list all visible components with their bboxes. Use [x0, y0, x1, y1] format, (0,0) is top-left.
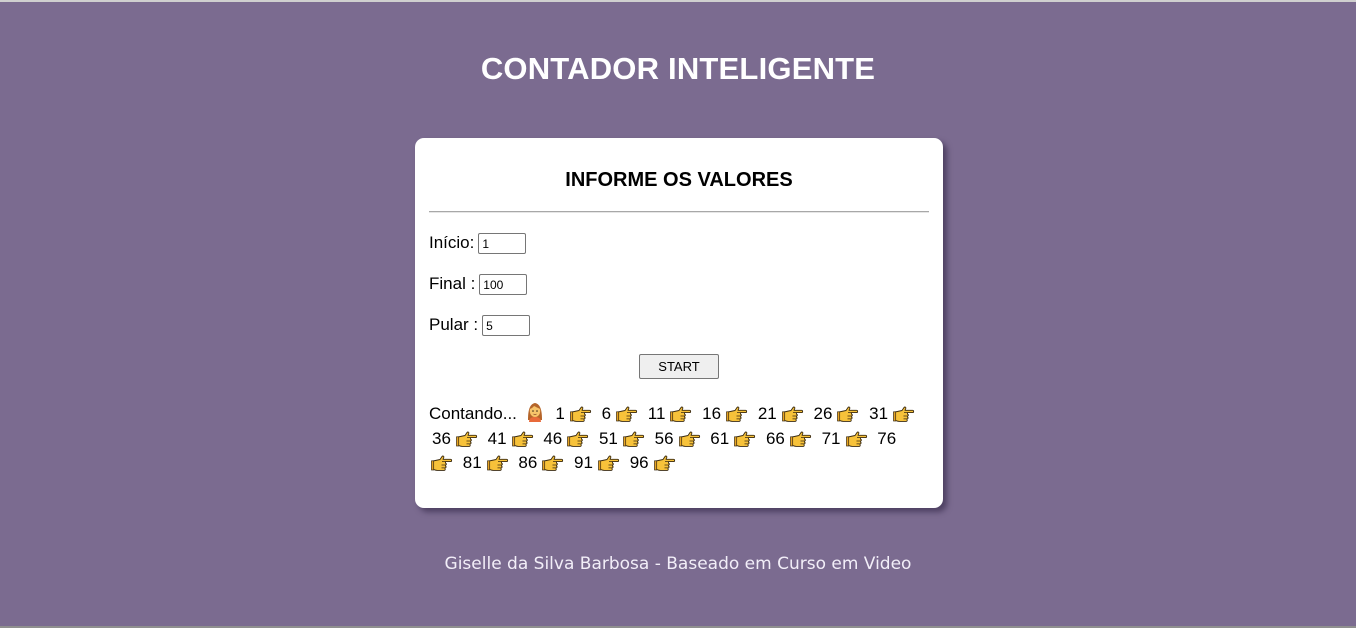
inicio-row: Início:: [429, 232, 929, 254]
person-icon: [527, 403, 542, 422]
pointing-hand-icon: [781, 406, 803, 422]
card-heading: INFORME OS VALORES: [565, 169, 793, 191]
count-value: 1: [555, 404, 565, 423]
count-value: 71: [821, 428, 841, 448]
pular-input[interactable]: [482, 314, 531, 336]
pointing-hand-icon: [486, 455, 508, 471]
count-value: 96: [629, 453, 649, 472]
count-value: 46: [543, 428, 563, 448]
pointing-hand-icon: [431, 455, 453, 471]
pular-label: Pular :: [429, 315, 479, 334]
count-value: 66: [765, 428, 785, 448]
pointing-hand-icon: [456, 431, 477, 447]
count-value: 86: [518, 453, 538, 472]
footer-credit: Giselle da Silva Barbosa - Baseado em Cu…: [444, 554, 912, 574]
count-value: 81: [462, 453, 482, 472]
inicio-input[interactable]: [478, 232, 527, 254]
pointing-hand-icon: [893, 406, 915, 422]
page-title: CONTADOR INTELIGENTE: [480, 51, 876, 86]
pular-row: Pular :: [429, 314, 929, 336]
divider: [429, 211, 929, 213]
count-value: 61: [710, 428, 730, 448]
pointing-hand-icon: [670, 406, 692, 422]
final-label: Final :: [429, 274, 476, 293]
pointing-hand-icon: [616, 406, 638, 422]
pointing-hand-icon: [678, 431, 700, 447]
count-value: 36: [432, 428, 451, 448]
pointing-hand-icon: [726, 406, 748, 422]
inicio-label: Início:: [429, 233, 475, 252]
count-value: 11: [647, 404, 666, 423]
pointing-hand-icon: [837, 406, 859, 422]
count-value: 91: [574, 453, 593, 472]
count-value: 76: [877, 428, 897, 448]
pointing-hand-icon: [598, 455, 620, 471]
start-button-wrapper: START: [429, 354, 929, 379]
pointing-hand-icon: [569, 406, 591, 422]
pointing-hand-icon: [734, 431, 756, 447]
count-result: Contando... 1 6 11 16 21 26 31 36 41 46 …: [429, 400, 919, 476]
count-value: 31: [869, 404, 889, 423]
count-value: 41: [487, 428, 507, 448]
count-value: 21: [757, 404, 777, 423]
pointing-hand-icon: [623, 431, 644, 447]
count-value: 6: [601, 404, 612, 423]
result-prefix: Contando...: [429, 404, 517, 423]
start-button[interactable]: START: [639, 354, 719, 379]
count-value: 16: [702, 404, 722, 423]
pointing-hand-icon: [790, 431, 811, 447]
counter-card: INFORME OS VALORES Início: Final : Pular…: [415, 138, 943, 508]
count-value: 56: [654, 428, 674, 448]
final-input[interactable]: [479, 273, 528, 295]
pointing-hand-icon: [542, 455, 564, 471]
pointing-hand-icon: [567, 431, 589, 447]
count-value: 26: [813, 404, 833, 423]
final-row: Final :: [429, 273, 929, 295]
pointing-hand-icon: [653, 455, 675, 471]
count-value: 51: [598, 428, 618, 448]
pointing-hand-icon: [845, 431, 867, 447]
pointing-hand-icon: [511, 431, 533, 447]
